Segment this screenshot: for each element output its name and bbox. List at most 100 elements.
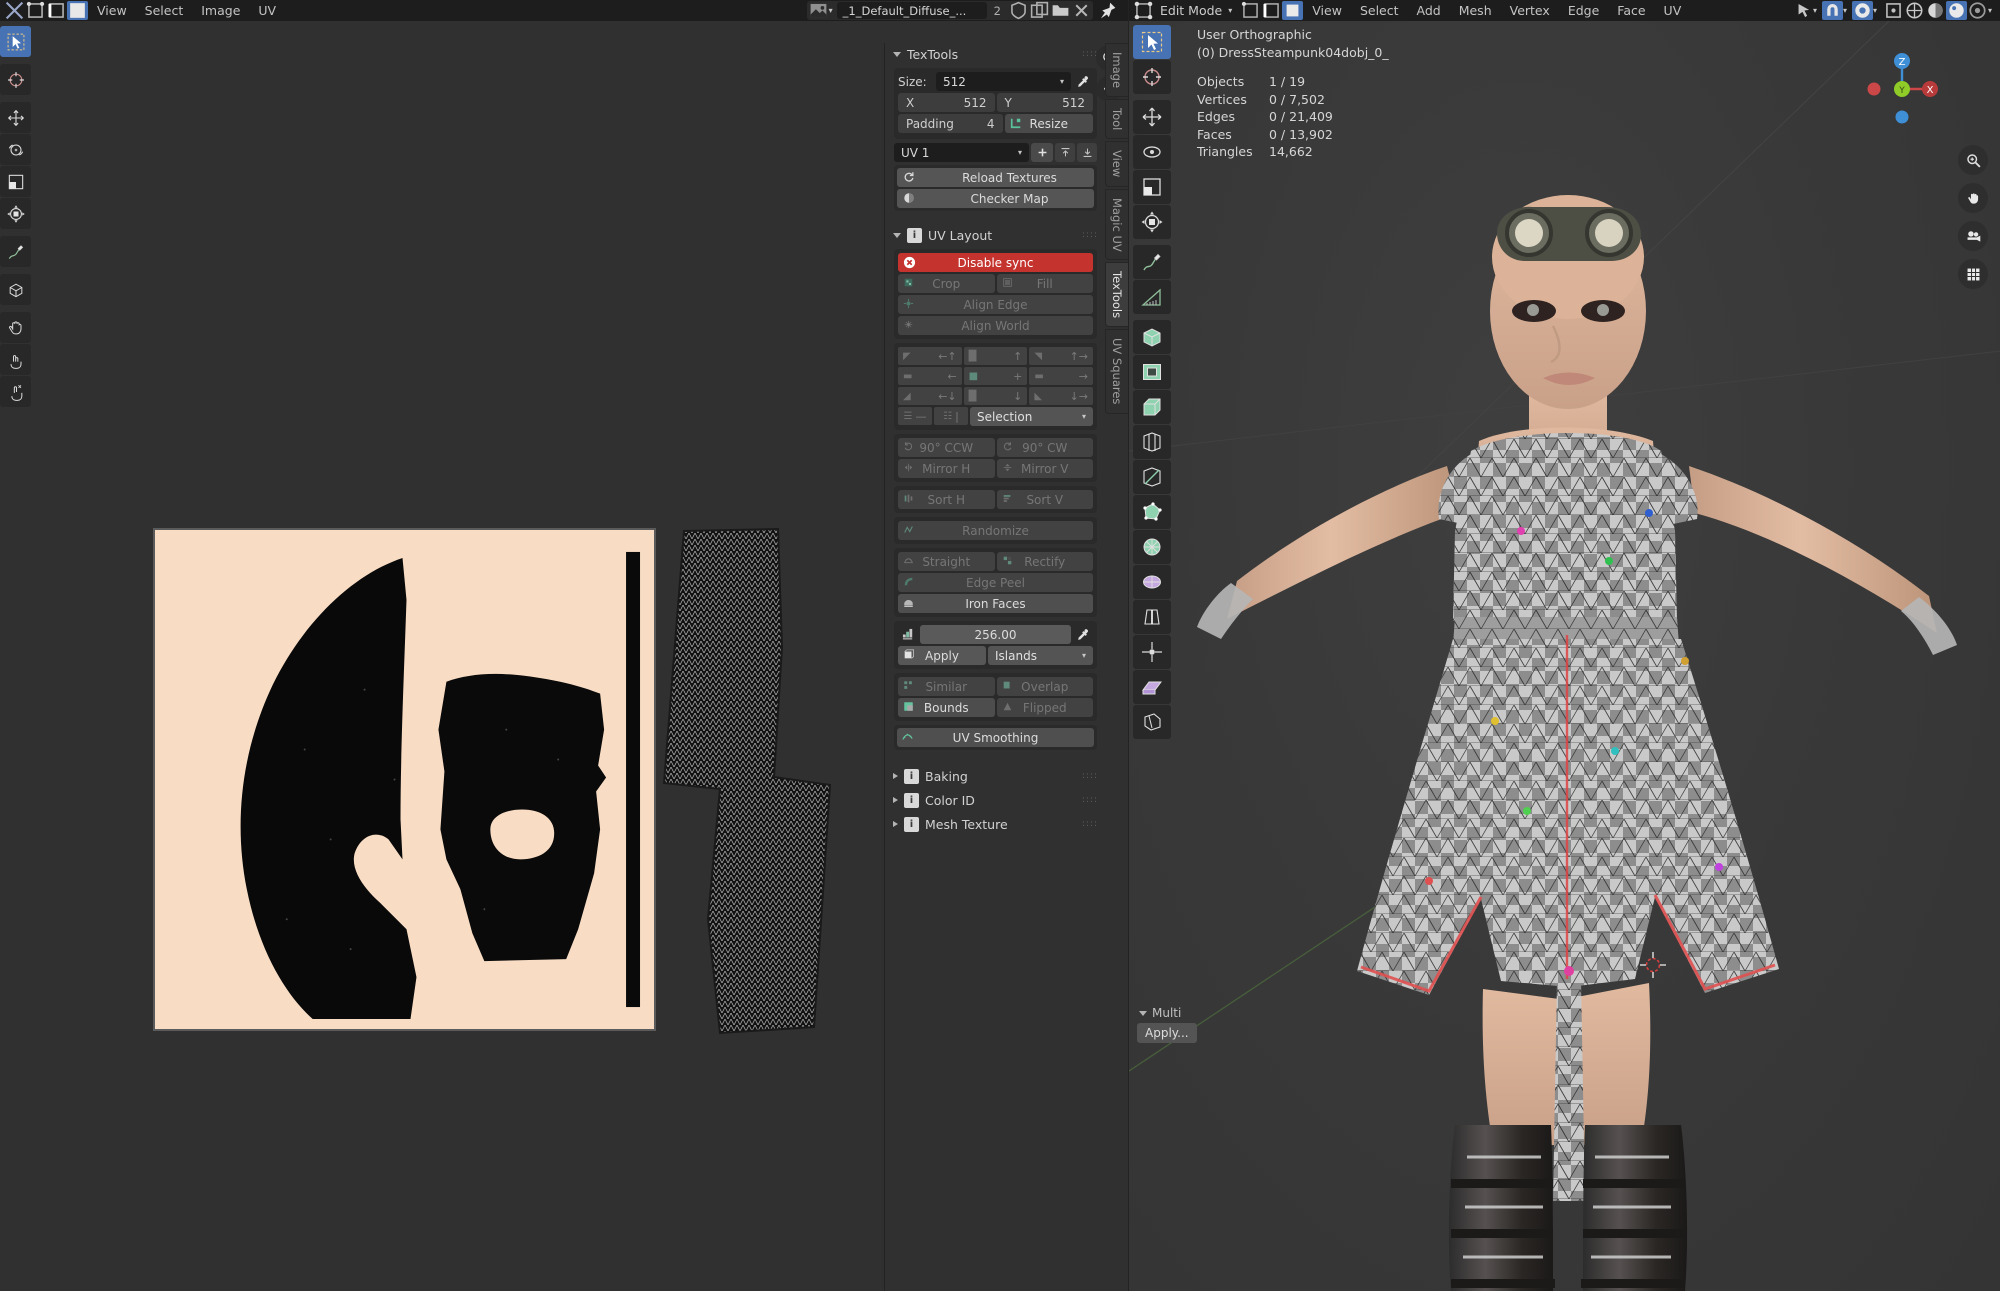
tab-uv-squares[interactable]: UV Squares xyxy=(1105,329,1128,414)
menu-face[interactable]: Face xyxy=(1608,0,1654,21)
face-select-icon[interactable] xyxy=(1282,1,1304,20)
edge-slide-tool[interactable] xyxy=(1133,600,1171,634)
align-edge-button[interactable]: Align Edge xyxy=(898,295,1093,314)
sort-v-button[interactable]: Sort V xyxy=(996,490,1093,509)
align-middle-right-button[interactable]: ▬ → xyxy=(1029,367,1093,385)
menu-view[interactable]: View xyxy=(1303,0,1351,21)
character-model[interactable] xyxy=(1129,21,2000,1291)
rotate-tool[interactable] xyxy=(0,134,31,165)
menu-select[interactable]: Select xyxy=(136,0,193,21)
face-select-icon[interactable] xyxy=(67,1,88,20)
tab-image[interactable]: Image xyxy=(1105,43,1128,98)
iron-faces-button[interactable]: Iron Faces xyxy=(898,594,1093,613)
shear-tool[interactable] xyxy=(1133,670,1171,704)
overlays-icon[interactable] xyxy=(1904,1,1925,20)
shrink-fatten-tool[interactable] xyxy=(1133,635,1171,669)
apply-mode-dropdown[interactable]: Islands ▾ xyxy=(988,646,1093,665)
align-bottom-left-button[interactable]: ◢ ←↓ xyxy=(898,387,962,405)
cursor-tool[interactable] xyxy=(1133,60,1171,94)
shading-material-icon[interactable] xyxy=(1967,1,1988,20)
uv-texture-image[interactable] xyxy=(153,528,656,1031)
uv-smoothing-button[interactable]: UV Smoothing xyxy=(897,728,1094,747)
tab-textools[interactable]: TexTools xyxy=(1105,262,1128,328)
eyedropper-icon[interactable] xyxy=(1073,625,1093,644)
texel-density-field[interactable]: 256.00 xyxy=(920,625,1071,644)
viewport-mode-label[interactable]: Edit Mode xyxy=(1154,3,1228,18)
menu-edge[interactable]: Edge xyxy=(1559,0,1608,21)
edit-mode-icon[interactable] xyxy=(1133,1,1154,20)
chevron-down-icon[interactable]: ▾ xyxy=(1873,6,1877,15)
align-top-right-button[interactable]: ◥ ↑→ xyxy=(1029,347,1093,365)
mesh-texture-panel-header[interactable]: i Mesh Texture :::: xyxy=(885,813,1106,835)
uv-canvas[interactable]: Image Tool View Magic UV TexTools UV Squ… xyxy=(0,21,1128,1291)
bounds-button[interactable]: Bounds xyxy=(898,698,995,717)
scale-tool[interactable] xyxy=(1133,170,1171,204)
randomize-button[interactable]: Randomize xyxy=(898,521,1093,540)
smooth-tool[interactable] xyxy=(1133,565,1171,599)
size-y-field[interactable]: Y 512 xyxy=(996,93,1093,112)
grab-tool[interactable] xyxy=(0,312,31,343)
menu-select[interactable]: Select xyxy=(1351,0,1408,21)
flipped-button[interactable]: Flipped xyxy=(996,698,1093,717)
add-uv-channel-button[interactable] xyxy=(1031,143,1053,162)
align-bottom-center-button[interactable]: █ ↓ xyxy=(963,387,1028,405)
align-center-button[interactable]: ■ + xyxy=(963,367,1028,385)
resize-button[interactable]: Resize xyxy=(1004,114,1093,133)
overlap-button[interactable]: Overlap xyxy=(996,677,1093,696)
pin-icon[interactable] xyxy=(1097,1,1118,20)
align-world-button[interactable]: Align World xyxy=(898,316,1093,335)
baking-panel-header[interactable]: i Baking :::: xyxy=(885,765,1106,787)
textools-panel-header[interactable]: TexTools :::: xyxy=(885,43,1106,65)
image-name-field[interactable]: _1_Default_Diffuse_... xyxy=(836,2,987,19)
move-to-bottom-icon[interactable] xyxy=(1077,143,1097,162)
tab-view[interactable]: View xyxy=(1105,141,1128,187)
relax-tool[interactable] xyxy=(0,344,31,375)
uv-sculpt-tool[interactable] xyxy=(0,274,31,305)
pivot-icon[interactable] xyxy=(1792,1,1813,20)
x-icon[interactable] xyxy=(1071,1,1092,20)
tab-magic-uv[interactable]: Magic UV xyxy=(1105,188,1128,261)
rectify-button[interactable]: Rectify xyxy=(996,552,1093,571)
checker-map-button[interactable]: Checker Map xyxy=(897,189,1094,208)
cursor-tool[interactable] xyxy=(0,64,31,95)
menu-uv[interactable]: UV xyxy=(249,0,285,21)
spin-tool[interactable] xyxy=(1133,530,1171,564)
multi-apply-button[interactable]: Apply... xyxy=(1137,1023,1197,1043)
reload-textures-button[interactable]: Reload Textures xyxy=(897,168,1094,187)
uv-island-sleeve[interactable] xyxy=(662,527,837,1037)
tab-tool[interactable]: Tool xyxy=(1105,99,1128,140)
move-to-top-icon[interactable] xyxy=(1055,143,1075,162)
transform-tool[interactable] xyxy=(1133,205,1171,239)
loop-cut-tool[interactable] xyxy=(1133,425,1171,459)
align-middle-left-button[interactable]: ▬ ← xyxy=(898,367,962,385)
scale-tool[interactable] xyxy=(0,166,31,197)
align-top-left-button[interactable]: ◤ ←↑ xyxy=(898,347,962,365)
distribute-h-button[interactable]: ☰ — xyxy=(898,407,932,425)
multi-panel-header[interactable]: Multi xyxy=(1133,1004,1197,1022)
rotate-cw-button[interactable]: 90° CW xyxy=(996,438,1093,457)
move-tool[interactable] xyxy=(1133,100,1171,134)
uv-editor-type-icon[interactable] xyxy=(4,1,25,20)
proportional-edit-icon[interactable] xyxy=(1851,1,1873,20)
straight-button[interactable]: Straight xyxy=(898,552,995,571)
tweak-tool[interactable] xyxy=(0,26,31,57)
mirror-h-button[interactable]: Mirror H xyxy=(898,459,995,478)
chevron-down-icon[interactable]: ▾ xyxy=(1843,6,1847,15)
selection-mode-dropdown[interactable]: Selection ▾ xyxy=(970,407,1093,426)
eyedropper-icon[interactable] xyxy=(1073,72,1093,91)
apply-button[interactable]: Apply xyxy=(898,646,986,665)
knife-tool[interactable] xyxy=(1133,460,1171,494)
measure-tool[interactable] xyxy=(1133,280,1171,314)
color-id-panel-header[interactable]: i Color ID :::: xyxy=(885,789,1106,811)
menu-uv[interactable]: UV xyxy=(1655,0,1691,21)
duplicate-icon[interactable] xyxy=(1029,1,1050,20)
edge-peel-button[interactable]: Edge Peel xyxy=(898,573,1093,592)
edge-select-icon[interactable] xyxy=(46,1,67,20)
extrude-region-tool[interactable] xyxy=(1133,320,1171,354)
chevron-down-icon[interactable]: ▾ xyxy=(1988,6,1992,15)
sort-h-button[interactable]: Sort H xyxy=(898,490,995,509)
edge-select-icon[interactable] xyxy=(1261,1,1282,20)
annotate-tool[interactable] xyxy=(1133,245,1171,279)
disable-sync-button[interactable]: Disable sync xyxy=(898,253,1093,272)
inset-faces-tool[interactable] xyxy=(1133,355,1171,389)
